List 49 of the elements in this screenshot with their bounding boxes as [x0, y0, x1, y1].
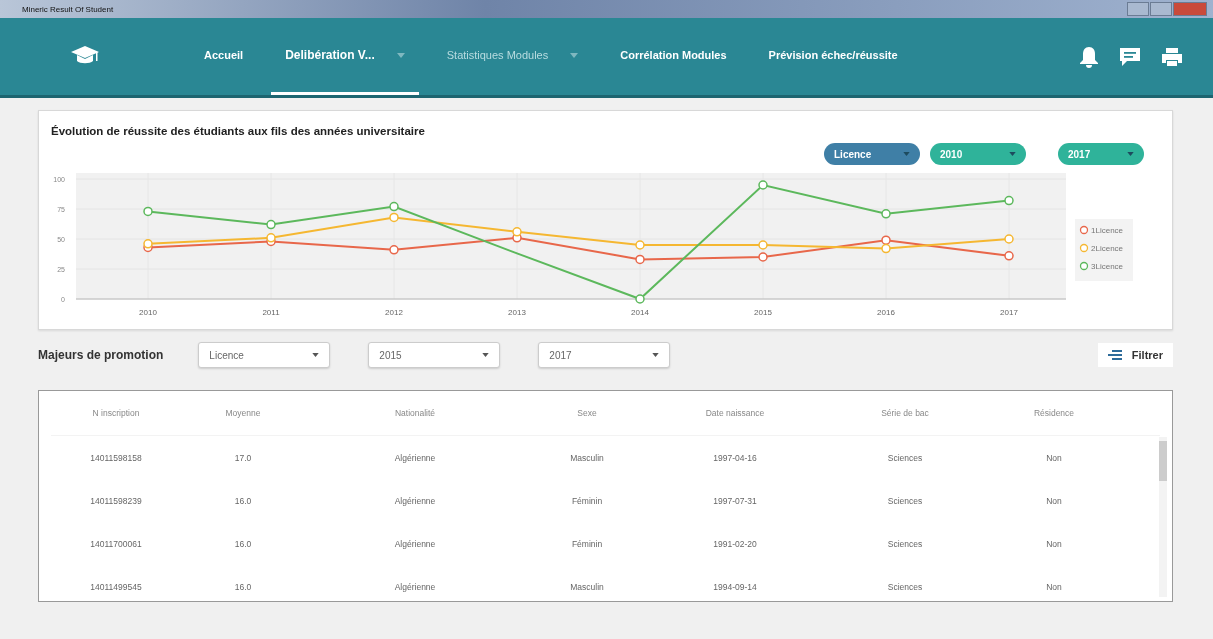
table-cell: 16.0 — [234, 495, 252, 506]
table-cell: Algérienne — [394, 452, 436, 463]
axis-tick-label: 2011 — [262, 308, 280, 317]
table-cell: 1997-07-31 — [713, 495, 757, 506]
table-cell: Algérienne — [394, 495, 436, 506]
table-cell: 14011700061 — [90, 538, 142, 549]
legend-label: 3Licence — [1091, 262, 1124, 271]
table-cell: Masculin — [570, 452, 604, 463]
table-cell: Masculin — [570, 581, 604, 592]
table-cell: 17.0 — [234, 452, 252, 463]
column-header: N inscription — [92, 408, 140, 418]
table-cell: 1994-09-14 — [713, 581, 757, 592]
table-cell: Algérienne — [394, 581, 436, 592]
column-header: Moyenne — [225, 408, 261, 418]
table-cell: 1997-04-16 — [713, 452, 757, 463]
table-cell: Non — [1046, 452, 1062, 463]
table-cell: 1991-02-20 — [713, 538, 757, 549]
table-cell: 14011499545 — [90, 581, 142, 592]
table-cell: 16.0 — [234, 581, 252, 592]
table-cell: Sciences — [887, 538, 923, 549]
column-header: Nationalité — [394, 408, 436, 418]
axis-tick-label: 2015 — [754, 308, 772, 317]
legend-label: 1Licence — [1091, 226, 1124, 235]
table-cell: Non — [1046, 495, 1062, 506]
axis-tick-label: 2017 — [1000, 308, 1018, 317]
table-cell: 16.0 — [234, 538, 252, 549]
axis-tick-label: 2016 — [877, 308, 895, 317]
axis-tick-label: 2013 — [508, 308, 526, 317]
table-cell: Non — [1046, 581, 1062, 592]
table-cell: Sciences — [887, 452, 923, 463]
table-cell: Algérienne — [394, 538, 436, 549]
column-header: Résidence — [1033, 408, 1075, 418]
table-cell: 14011598158 — [90, 452, 142, 463]
column-header: Sexe — [577, 408, 597, 418]
axis-tick-label: 2010 — [139, 308, 157, 317]
legend-label: 2Licence — [1091, 244, 1124, 253]
column-header: Série de bac — [881, 408, 929, 418]
window-title: Mineric Result Of Student — [22, 4, 114, 14]
column-header: Date naissance — [705, 408, 765, 418]
table-cell: 14011598239 — [90, 495, 142, 506]
section-title: Majeurs de promotion — [38, 348, 164, 362]
axis-tick-label: 2012 — [385, 308, 403, 317]
chart-title: Évolution de réussite des étudiants aux fils des années universitaire — [51, 125, 425, 137]
table-cell: Sciences — [887, 581, 923, 592]
table-cell: Non — [1046, 538, 1062, 549]
table-cell: Féminin — [571, 495, 603, 506]
axis-tick-label: 2014 — [631, 308, 649, 317]
table-cell: Sciences — [887, 495, 923, 506]
table-cell: Féminin — [571, 538, 603, 549]
